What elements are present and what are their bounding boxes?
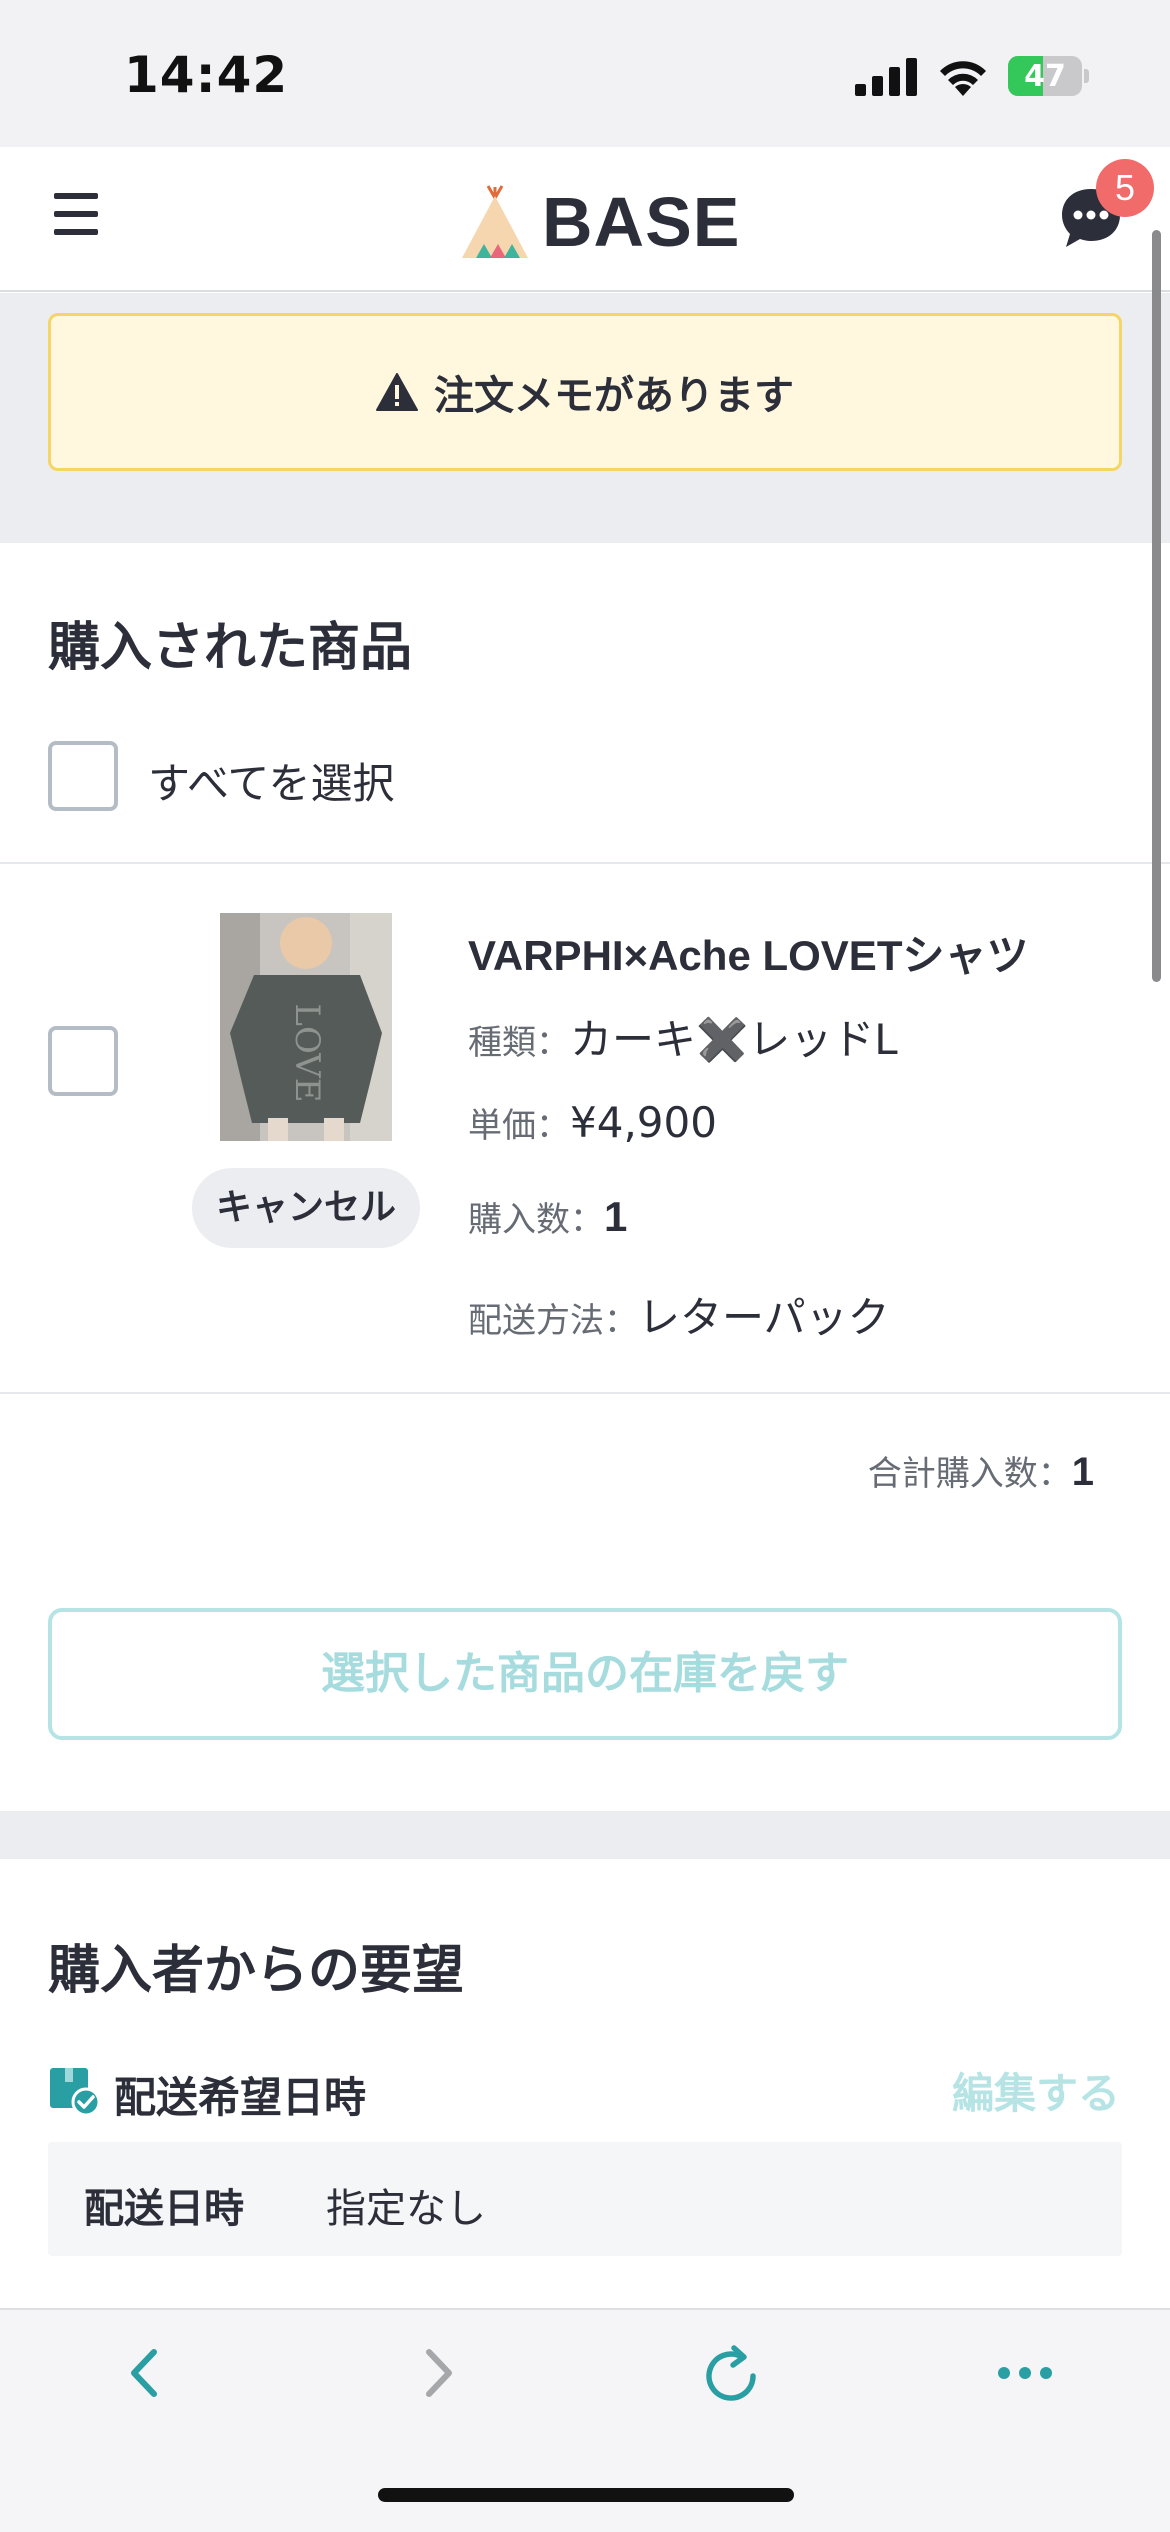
divider: [0, 1392, 1170, 1394]
product-type-row: 種類： カーキ✖️レッドL: [468, 1006, 898, 1067]
tent-logo-icon: [462, 185, 528, 258]
total-quantity-value: 1: [1071, 1450, 1094, 1494]
cellular-signal-icon: [855, 58, 917, 96]
delivery-preference-label: 配送希望日時: [114, 2073, 367, 2122]
shipping-value: レターパック: [638, 1293, 890, 1342]
battery-level: 47: [1024, 59, 1066, 94]
product-name[interactable]: VARPHI×Ache LOVETシャツ: [468, 922, 1028, 983]
base-logo[interactable]: BASE: [460, 177, 740, 267]
product-qty-row: 購入数： 1: [468, 1192, 627, 1241]
memo-alert-text: 注文メモがあります: [434, 373, 794, 419]
app-header: BASE 5: [0, 147, 1170, 292]
buyer-requests-title: 購入者からの要望: [48, 1941, 465, 2001]
chevron-right-icon[interactable]: [403, 2338, 473, 2408]
total-quantity-row: 合計購入数： 1: [868, 1446, 1094, 1495]
restore-stock-button[interactable]: 選択した商品の在庫を戻す: [48, 1608, 1122, 1740]
battery-icon: 47: [1008, 56, 1089, 96]
select-all-label: すべてを選択: [148, 759, 395, 808]
cancel-badge: キャンセル: [192, 1168, 420, 1248]
delivery-box-icon: [50, 2068, 100, 2116]
type-value: カーキ✖️レッドL: [570, 1015, 898, 1064]
qty-value: 1: [604, 1193, 628, 1240]
warning-icon: [376, 373, 418, 411]
chevron-left-icon[interactable]: [110, 2338, 180, 2408]
logo-text: BASE: [542, 183, 741, 261]
edit-delivery-link[interactable]: 編集する: [952, 2060, 1120, 2121]
type-label: 種類：: [468, 1023, 570, 1063]
hamburger-icon[interactable]: [50, 187, 106, 243]
more-icon[interactable]: [990, 2338, 1060, 2408]
delivery-datetime-key: 配送日時: [84, 2186, 244, 2232]
status-bar: 14:42 47: [0, 0, 1170, 147]
total-quantity-label: 合計購入数：: [867, 1454, 1072, 1494]
price-value: ¥4,900: [570, 1098, 717, 1147]
qty-label: 購入数：: [468, 1200, 604, 1240]
section-separator: [0, 1811, 1170, 1859]
product-shipping-row: 配送方法： レターパック: [468, 1284, 890, 1345]
page-scrollbar[interactable]: [1152, 230, 1161, 982]
purchased-items-title: 購入された商品: [48, 618, 413, 678]
product-price-row: 単価： ¥4,900: [468, 1098, 717, 1147]
select-all-checkbox[interactable]: [48, 741, 118, 811]
order-memo-alert[interactable]: 注文メモがあります: [48, 313, 1122, 471]
svg-text:LOVE: LOVE: [287, 1003, 327, 1102]
delivery-datetime-value: 指定なし: [326, 2186, 486, 2232]
price-label: 単価：: [468, 1106, 570, 1146]
divider: [0, 862, 1170, 864]
reload-icon[interactable]: [696, 2338, 766, 2408]
status-time: 14:42: [124, 46, 289, 104]
item-checkbox[interactable]: [48, 1026, 118, 1096]
wifi-icon: [940, 61, 986, 96]
home-indicator: [378, 2488, 794, 2502]
product-image[interactable]: LOVE: [220, 913, 392, 1141]
shipping-label: 配送方法：: [468, 1301, 638, 1341]
chat-badge: 5: [1096, 159, 1154, 217]
